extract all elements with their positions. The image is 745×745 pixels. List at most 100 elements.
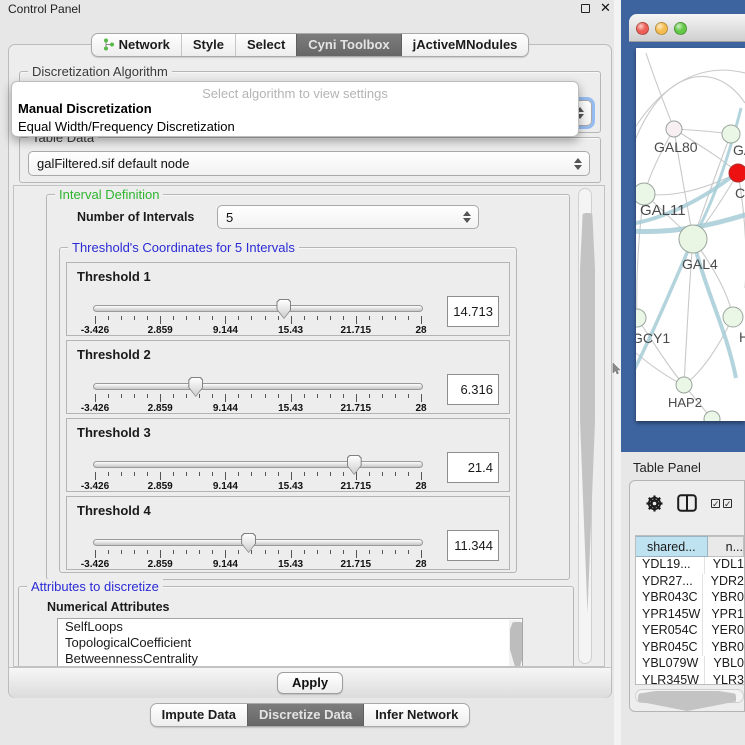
node-table[interactable]: shared... n... YDL19...YDL1YDR27...YDR2Y…: [635, 535, 744, 685]
thresholds-group: Threshold's Coordinates for 5 Intervals …: [59, 247, 517, 573]
slider-track[interactable]: [93, 383, 423, 390]
cell-name: YER0: [702, 623, 744, 640]
threshold-value-field[interactable]: 21.4: [447, 452, 499, 483]
close-traffic-light-icon[interactable]: [636, 22, 649, 35]
slider-track[interactable]: [93, 539, 423, 546]
slider-tick-labels: -3.4262.8599.14415.4321.71528: [95, 481, 421, 492]
vertical-scrollbar[interactable]: [578, 188, 592, 664]
apply-button[interactable]: Apply: [277, 672, 343, 694]
number-of-intervals-combobox[interactable]: 5: [217, 205, 479, 229]
list-scrollbar[interactable]: [509, 620, 521, 667]
bottom-tab-infer-network[interactable]: Infer Network: [363, 704, 469, 726]
cell-name: YDL1: [704, 557, 744, 574]
checked-checkbox-icon[interactable]: ✓: [723, 499, 732, 508]
network-node-hap2[interactable]: [676, 377, 692, 393]
network-node-h[interactable]: [723, 307, 743, 327]
threshold-slider[interactable]: -3.4262.8599.14415.4321.71528: [93, 377, 423, 415]
network-node-gal80[interactable]: [666, 121, 682, 137]
bottom-tab-discretize-data[interactable]: Discretize Data: [247, 704, 363, 726]
tab-network[interactable]: Network: [92, 34, 181, 56]
threshold-panel: Threshold 3-3.4262.8599.14415.4321.71528…: [66, 418, 510, 492]
checked-checkbox-icon[interactable]: ✓: [711, 499, 720, 508]
minimize-traffic-light-icon[interactable]: [655, 22, 668, 35]
column-header-shared-name[interactable]: shared...: [636, 536, 708, 557]
algorithm-placeholder: Select algorithm to view settings: [12, 86, 578, 101]
table-row[interactable]: YBR043CYBR0: [636, 590, 744, 607]
threshold-value-field[interactable]: 6.316: [447, 374, 499, 405]
table-row[interactable]: YBR045CYBR0: [636, 640, 744, 657]
table-data-group: Table Data galFiltered.sif default node: [19, 137, 601, 183]
network-canvas[interactable]: GAL80GACGAL11GAL4GCY1HHAP2: [636, 48, 745, 421]
zoom-traffic-light-icon[interactable]: [674, 22, 687, 35]
threshold-value-field[interactable]: 14.713: [447, 296, 499, 327]
cell-shared-name: YBR045C: [636, 640, 702, 657]
close-icon[interactable]: ✕: [600, 0, 611, 16]
cell-shared-name: YPR145W: [636, 607, 702, 624]
network-node-gal4[interactable]: [679, 225, 707, 253]
top-tabbar: Network Style Select Cyni Toolbox jActiveMNo…: [0, 33, 620, 57]
bottom-tab-label: Impute Data: [162, 707, 236, 722]
numerical-attributes-list[interactable]: SelfLoopsTopologicalCoefficientBetweenne…: [57, 618, 523, 667]
threshold-panel: Threshold 1 -3.4262.8599.14415.4321.71528…: [66, 262, 510, 336]
attribute-list-item[interactable]: BetweennessCentrality: [58, 651, 522, 667]
control-panel: Control Panel ✕ Discretization Algorithm…: [0, 0, 620, 745]
attributes-group-title: Attributes to discretize: [27, 579, 163, 594]
threshold-value-field[interactable]: 11.344: [447, 530, 499, 561]
bottom-tab-impute-data[interactable]: Impute Data: [151, 704, 247, 726]
slider-track[interactable]: [93, 305, 423, 312]
slider-track[interactable]: [93, 461, 423, 468]
network-node-label: GAL11: [640, 202, 686, 219]
table-panel-body: ✓ ✓ shared... n... YDL19...YDL1YDR27...Y…: [629, 480, 745, 712]
table-row[interactable]: YPR145WYPR1: [636, 607, 744, 624]
threshold-slider[interactable]: -3.4262.8599.14415.4321.71528: [93, 455, 423, 493]
bottom-tab-label: Infer Network: [375, 707, 458, 722]
scrollbar-thumb[interactable]: [580, 213, 595, 613]
algorithm-option-equal-width[interactable]: Equal Width/Frequency Discretization: [18, 119, 235, 134]
gear-icon[interactable]: [646, 495, 663, 512]
threshold-label: Threshold 1: [77, 269, 151, 284]
table-row[interactable]: YBL079WYBL0: [636, 656, 744, 673]
network-node-label: GA: [733, 142, 745, 158]
float-window-icon[interactable]: [581, 4, 590, 13]
network-node-ga[interactable]: [722, 125, 740, 143]
tab-style[interactable]: Style: [181, 34, 235, 56]
cell-name: YLR3: [704, 673, 744, 686]
attribute-list-item[interactable]: TopologicalCoefficient: [58, 635, 522, 651]
threshold-slider[interactable]: -3.4262.8599.14415.4321.71528: [93, 533, 423, 571]
attribute-list-item[interactable]: SelfLoops: [58, 619, 522, 635]
tab-label: Network: [119, 37, 170, 52]
column-header-name[interactable]: n...: [708, 536, 744, 557]
tab-label: Style: [193, 37, 224, 52]
cell-name: YDR2: [702, 574, 744, 591]
table-row[interactable]: YDL19...YDL1: [636, 557, 744, 574]
bottom-tab-label: Discretize Data: [259, 707, 352, 722]
table-data-combobox[interactable]: galFiltered.sif default node: [28, 151, 590, 176]
slider-tick-labels: -3.4262.8599.14415.4321.71528: [95, 403, 421, 414]
slider-ticks: [95, 472, 421, 480]
cell-shared-name: YBR043C: [636, 590, 702, 607]
network-window-titlebar[interactable]: [629, 14, 745, 42]
horizontal-scrollbar[interactable]: [635, 689, 744, 703]
algorithm-dropdown-popup: Select algorithm to view settings Manual…: [11, 81, 579, 137]
control-panel-body: Discretization Algorithm Select algorith…: [8, 44, 612, 698]
table-row[interactable]: YDR27...YDR2: [636, 574, 744, 591]
tab-label: jActiveMNodules: [413, 37, 518, 52]
table-row[interactable]: YLR345WYLR3: [636, 673, 744, 686]
split-columns-icon[interactable]: [677, 494, 697, 512]
tab-label: Select: [247, 37, 285, 52]
cell-name: YBR0: [702, 590, 744, 607]
network-node-c[interactable]: [729, 164, 745, 182]
slider-tick-labels: -3.4262.8599.14415.4321.71528: [95, 325, 421, 336]
threshold-slider[interactable]: -3.4262.8599.14415.4321.71528: [93, 299, 423, 337]
table-header-row: shared... n...: [636, 536, 744, 557]
network-node-label: GAL80: [654, 139, 698, 155]
table-row[interactable]: YER054CYER0: [636, 623, 744, 640]
tab-cyni-toolbox[interactable]: Cyni Toolbox: [296, 34, 400, 56]
network-node-gcy1[interactable]: [636, 309, 646, 327]
network-graph: GAL80GACGAL11GAL4GCY1HHAP2: [636, 48, 745, 421]
cell-name: YBL0: [704, 656, 744, 673]
tab-jactivemnodules[interactable]: jActiveMNodules: [401, 34, 529, 56]
scrollbar-thumb[interactable]: [638, 691, 736, 711]
algorithm-option-manual[interactable]: Manual Discretization: [18, 101, 152, 116]
tab-select[interactable]: Select: [235, 34, 296, 56]
